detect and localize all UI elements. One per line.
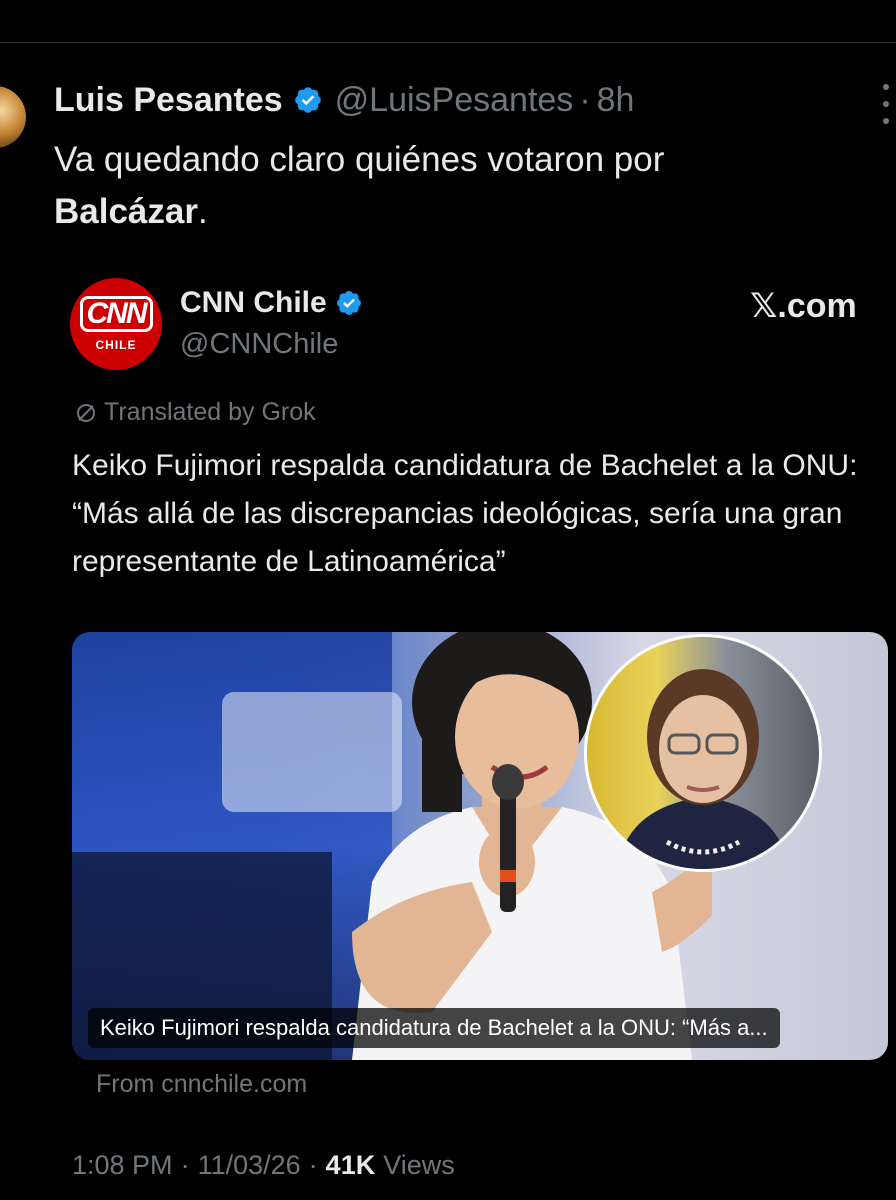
tweet-page: Luis Pesantes @LuisPesantes · 8h Va qued… xyxy=(0,0,896,1200)
tweet-time[interactable]: 8h xyxy=(597,81,635,120)
author-avatar[interactable] xyxy=(0,86,26,148)
verified-badge-icon xyxy=(294,87,321,113)
views-count[interactable]: 41K xyxy=(326,1150,376,1181)
link-card-image[interactable]: Keiko Fujimori respalda candidatura de B… xyxy=(72,632,888,1060)
author-handle[interactable]: @LuisPesantes xyxy=(335,81,574,120)
x-com-brand: 𝕏.com xyxy=(750,287,857,325)
translated-by-grok: Translated by Grok xyxy=(74,398,316,427)
quoted-text: Keiko Fujimori respalda candidatura de B… xyxy=(72,449,858,578)
link-source[interactable]: From cnnchile.com xyxy=(96,1070,307,1099)
author-name[interactable]: Luis Pesantes xyxy=(54,81,283,120)
tweet-text-bold: Balcázar xyxy=(54,192,198,231)
verified-badge-icon xyxy=(336,291,361,315)
cnn-logo-text: CNN xyxy=(79,296,153,332)
quoted-source-handle[interactable]: @CNNChile xyxy=(180,328,338,361)
media-caption: Keiko Fujimori respalda candidatura de B… xyxy=(88,1008,780,1048)
tweet-text-end: . xyxy=(197,192,208,231)
views-label: Views xyxy=(383,1150,455,1180)
tweet-text-main: Va quedando claro quiénes votaron por xyxy=(54,140,665,179)
inset-portrait xyxy=(584,634,822,872)
translate-icon xyxy=(77,403,95,422)
cnn-logo-subtext: CHILE xyxy=(95,338,137,352)
tweet-text: Va quedando claro quiénes votaron por Ba… xyxy=(54,134,854,238)
translated-label: Translated by Grok xyxy=(104,398,316,426)
meta-separator: · xyxy=(180,1150,190,1180)
meta-separator: · xyxy=(308,1150,318,1180)
quoted-source-name[interactable]: CNN Chile xyxy=(180,286,327,320)
quoted-source-row: CNN Chile xyxy=(180,286,363,320)
more-options-icon[interactable] xyxy=(876,84,896,124)
top-divider xyxy=(0,42,896,43)
cnn-chile-logo[interactable]: CNN CHILE xyxy=(70,278,162,370)
tweet-meta: 1:08 PM · 11/03/26 · 41K Views xyxy=(72,1150,455,1181)
inset-portrait-photo xyxy=(617,669,789,869)
post-date[interactable]: 11/03/26 xyxy=(198,1150,301,1181)
tweet-header: Luis Pesantes @LuisPesantes · 8h xyxy=(54,76,634,124)
post-time[interactable]: 1:08 PM xyxy=(72,1150,173,1181)
header-separator: · xyxy=(579,80,591,119)
